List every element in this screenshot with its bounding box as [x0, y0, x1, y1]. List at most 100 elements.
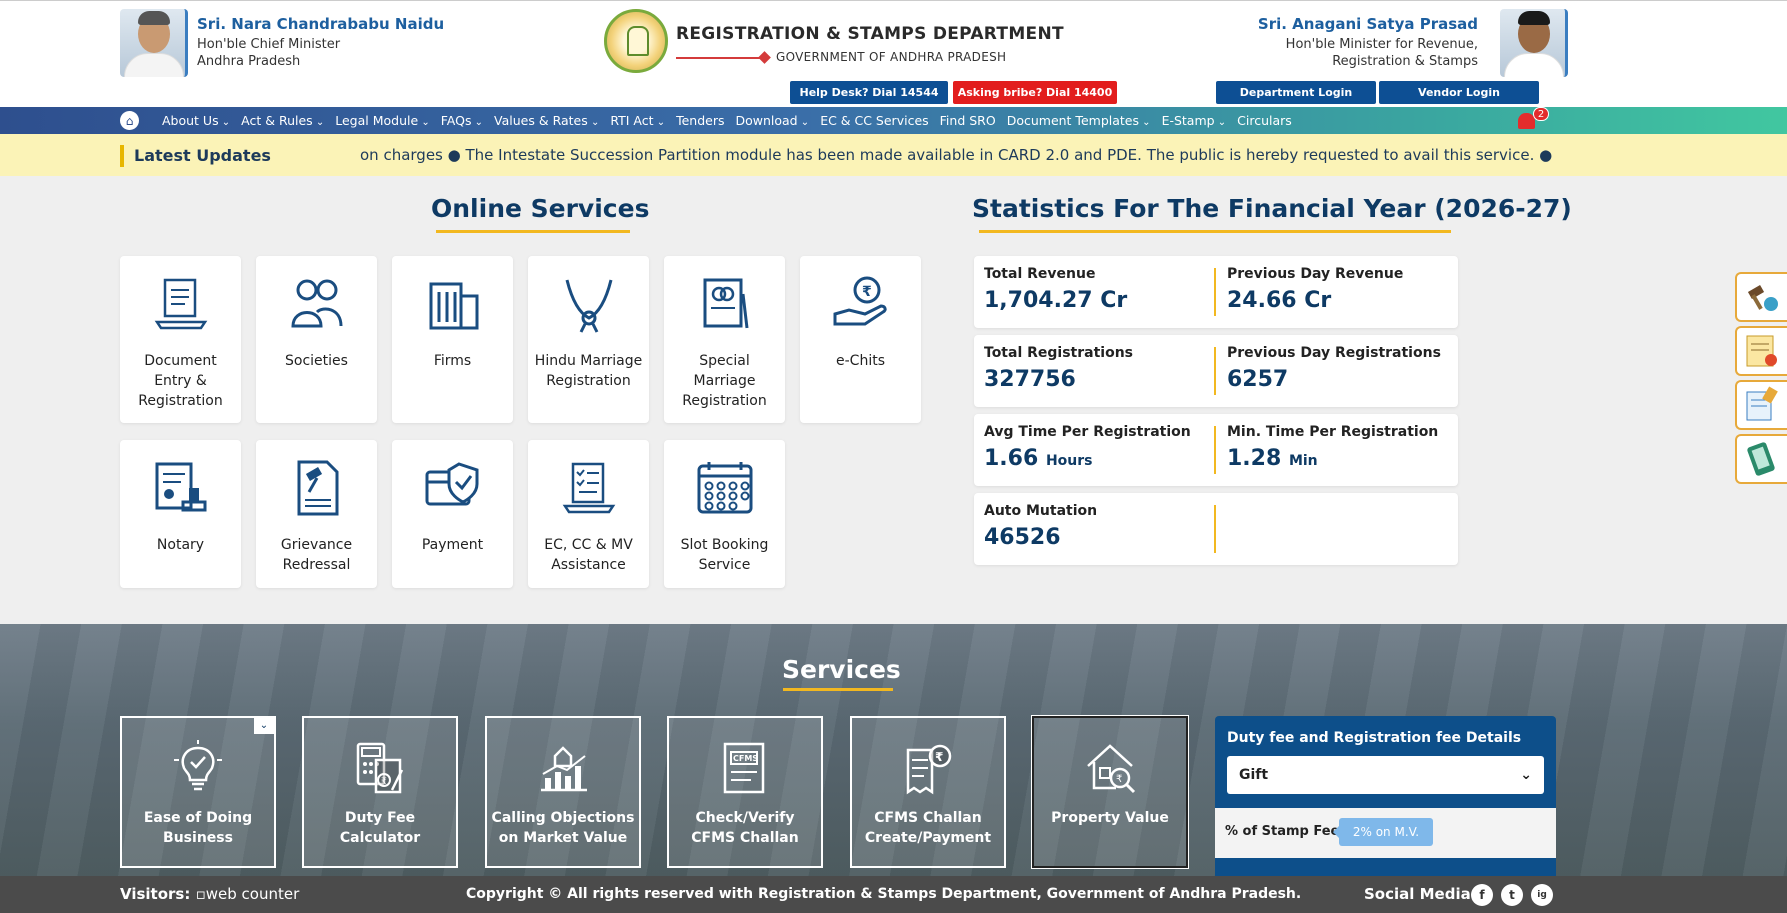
nav-item-values-rates[interactable]: Values & Rates ⌄ [494, 113, 599, 128]
help-desk-button[interactable]: Help Desk? Dial 14544 [790, 81, 948, 104]
service-card[interactable]: ₹ CFMS Challan Create/Payment [850, 716, 1006, 868]
minister-info: Sri. Anagani Satya Prasad Hon'ble Minist… [1258, 15, 1478, 69]
checklist-laptop-icon [559, 458, 619, 518]
visitors-counter: Visitors: ▫web counter [120, 885, 299, 903]
statistic-row: Total Revenue 1,704.27 Cr Previous Day R… [974, 256, 1458, 328]
document-type-selected: Gift [1239, 767, 1269, 783]
nav-item-faqs[interactable]: FAQs ⌄ [441, 113, 483, 128]
statistic-number: 1.66 [984, 446, 1039, 471]
statistic-row: Auto Mutation 46526 [974, 493, 1458, 565]
nav-item-find-sro[interactable]: Find SRO [940, 113, 996, 128]
online-service-card[interactable]: Slot Booking Service [664, 440, 785, 588]
service-card[interactable]: Ease of Doing Business ⌄ [120, 716, 276, 868]
online-service-card[interactable]: Special Marriage Registration [664, 256, 785, 423]
calculator-icon: ₹ [352, 740, 408, 796]
nav-item-legal-module[interactable]: Legal Module ⌄ [335, 113, 430, 128]
chief-minister-name: Sri. Nara Chandrababu Naidu [197, 15, 445, 33]
chief-minister-photo [120, 9, 188, 77]
services-underline [783, 688, 893, 691]
nav-item-act-rules[interactable]: Act & Rules ⌄ [241, 113, 324, 128]
statistic-left: Auto Mutation 46526 [984, 503, 1097, 550]
duty-fee-panel: Duty fee and Registration fee Details Gi… [1215, 716, 1556, 876]
statistic-right: Min. Time Per Registration 1.28 Min [1227, 424, 1438, 471]
online-service-card[interactable]: Document Entry & Registration [120, 256, 241, 423]
nav-item-tenders[interactable]: Tenders [676, 113, 724, 128]
statistic-divider [1214, 347, 1216, 395]
twitter-icon[interactable]: t [1501, 884, 1523, 906]
online-service-card[interactable]: Notary [120, 440, 241, 588]
statistic-value: 46526 [984, 525, 1097, 550]
document-type-select[interactable]: Gift ⌄ [1227, 756, 1544, 794]
statistic-right: Previous Day Registrations 6257 [1227, 345, 1441, 392]
chevron-down-icon: ⌄ [418, 117, 430, 128]
facebook-icon[interactable]: f [1471, 884, 1493, 906]
online-service-card[interactable]: Grievance Redressal [256, 440, 377, 588]
nav-item-label: FAQs [440, 113, 472, 128]
report-bribe-button[interactable]: Asking bribe? Dial 14400 [953, 81, 1117, 104]
copyright-text: Copyright © All rights reserved with Reg… [466, 886, 1302, 902]
notification-bell-icon[interactable]: 2 [1516, 107, 1549, 131]
service-card[interactable]: CFMS Check/Verify CFMS Challan [667, 716, 823, 868]
online-service-label: Payment [421, 537, 484, 553]
calendar-icon [695, 458, 755, 518]
online-service-label: Firms [433, 353, 472, 369]
vendor-login-button[interactable]: Vendor Login [1379, 81, 1539, 104]
online-service-card[interactable]: Firms [392, 256, 513, 423]
nav-item-e-stamp[interactable]: E-Stamp ⌄ [1162, 113, 1227, 128]
chevron-down-icon: ⌄ [1139, 117, 1151, 128]
side-tab-stamp-document-icon[interactable] [1735, 380, 1787, 430]
certificate-rings-icon [695, 274, 755, 334]
nav-item-circulars[interactable]: Circulars [1237, 113, 1292, 128]
online-service-card[interactable]: EC, CC & MV Assistance [528, 440, 649, 588]
chevron-down-icon[interactable]: ⌄ [254, 718, 274, 734]
statistic-row: Avg Time Per Registration 1.66 Hours Min… [974, 414, 1458, 486]
nav-item-ec-cc-services[interactable]: EC & CC Services [820, 113, 928, 128]
service-card[interactable]: ₹ Duty Fee Calculator [302, 716, 458, 868]
statistic-number: 24.66 Cr [1227, 288, 1332, 313]
stamp-fee-label: % of Stamp Fee [1225, 824, 1340, 839]
site-footer: Visitors: ▫web counter Copyright © All r… [0, 876, 1787, 913]
nav-item-label: Document Templates [1006, 113, 1139, 128]
statistic-number: 1,704.27 Cr [984, 288, 1128, 313]
gavel-document-icon [287, 458, 347, 518]
side-tab-auction-icon[interactable] [1735, 272, 1787, 322]
online-service-card[interactable]: Hindu Marriage Registration [528, 256, 649, 423]
latest-updates-bar: Latest Updates on charges ● The Intestat… [0, 134, 1787, 176]
document-laptop-icon [151, 274, 211, 334]
department-login-button[interactable]: Department Login [1216, 81, 1376, 104]
title-divider-diamond [758, 51, 771, 64]
statistic-left: Total Revenue 1,704.27 Cr [984, 266, 1127, 313]
home-icon[interactable]: ⌂ [120, 111, 139, 130]
web-counter-alt: web counter [205, 885, 300, 903]
nav-item-about-us[interactable]: About Us ⌄ [162, 113, 230, 128]
nav-item-label: Values & Rates [494, 113, 588, 128]
nav-item-label: RTI Act [610, 113, 654, 128]
online-service-card[interactable]: Societies [256, 256, 377, 423]
building-icon [423, 274, 483, 334]
svg-text:₹: ₹ [1116, 774, 1122, 785]
nav-item-download[interactable]: Download ⌄ [735, 113, 809, 128]
payment-shield-icon [423, 458, 483, 518]
instagram-icon[interactable]: ig [1531, 884, 1553, 906]
services-title: Services [782, 655, 901, 684]
service-card[interactable]: ₹ Property Value [1031, 715, 1189, 869]
svg-text:₹: ₹ [935, 750, 943, 764]
online-service-card[interactable]: ₹ e-Chits [800, 256, 921, 423]
updates-ticker[interactable]: on charges ● The Intestate Succession Pa… [360, 134, 1556, 176]
side-tab-mobile-payment-icon[interactable] [1735, 434, 1787, 484]
side-tab-certificate-icon[interactable] [1735, 326, 1787, 376]
nav-item-document-templates[interactable]: Document Templates ⌄ [1007, 113, 1151, 128]
duty-fee-panel-title: Duty fee and Registration fee Details [1227, 730, 1522, 746]
statistic-value: 327756 [984, 367, 1133, 392]
nav-item-label: E-Stamp [1161, 113, 1215, 128]
state-emblem-logo[interactable] [604, 9, 668, 73]
service-label: Ease of Doing Business [143, 810, 253, 846]
statistics-underline [979, 230, 1451, 233]
service-card[interactable]: Calling Objections on Market Value [485, 716, 641, 868]
chevron-down-icon: ⌄ [1214, 117, 1227, 128]
online-service-card[interactable]: Payment [392, 440, 513, 588]
statistic-label: Total Registrations [984, 345, 1134, 361]
statistic-label: Previous Day Revenue [1227, 266, 1404, 282]
svg-text:₹: ₹ [381, 777, 387, 787]
nav-item-rti-act[interactable]: RTI Act ⌄ [610, 113, 665, 128]
